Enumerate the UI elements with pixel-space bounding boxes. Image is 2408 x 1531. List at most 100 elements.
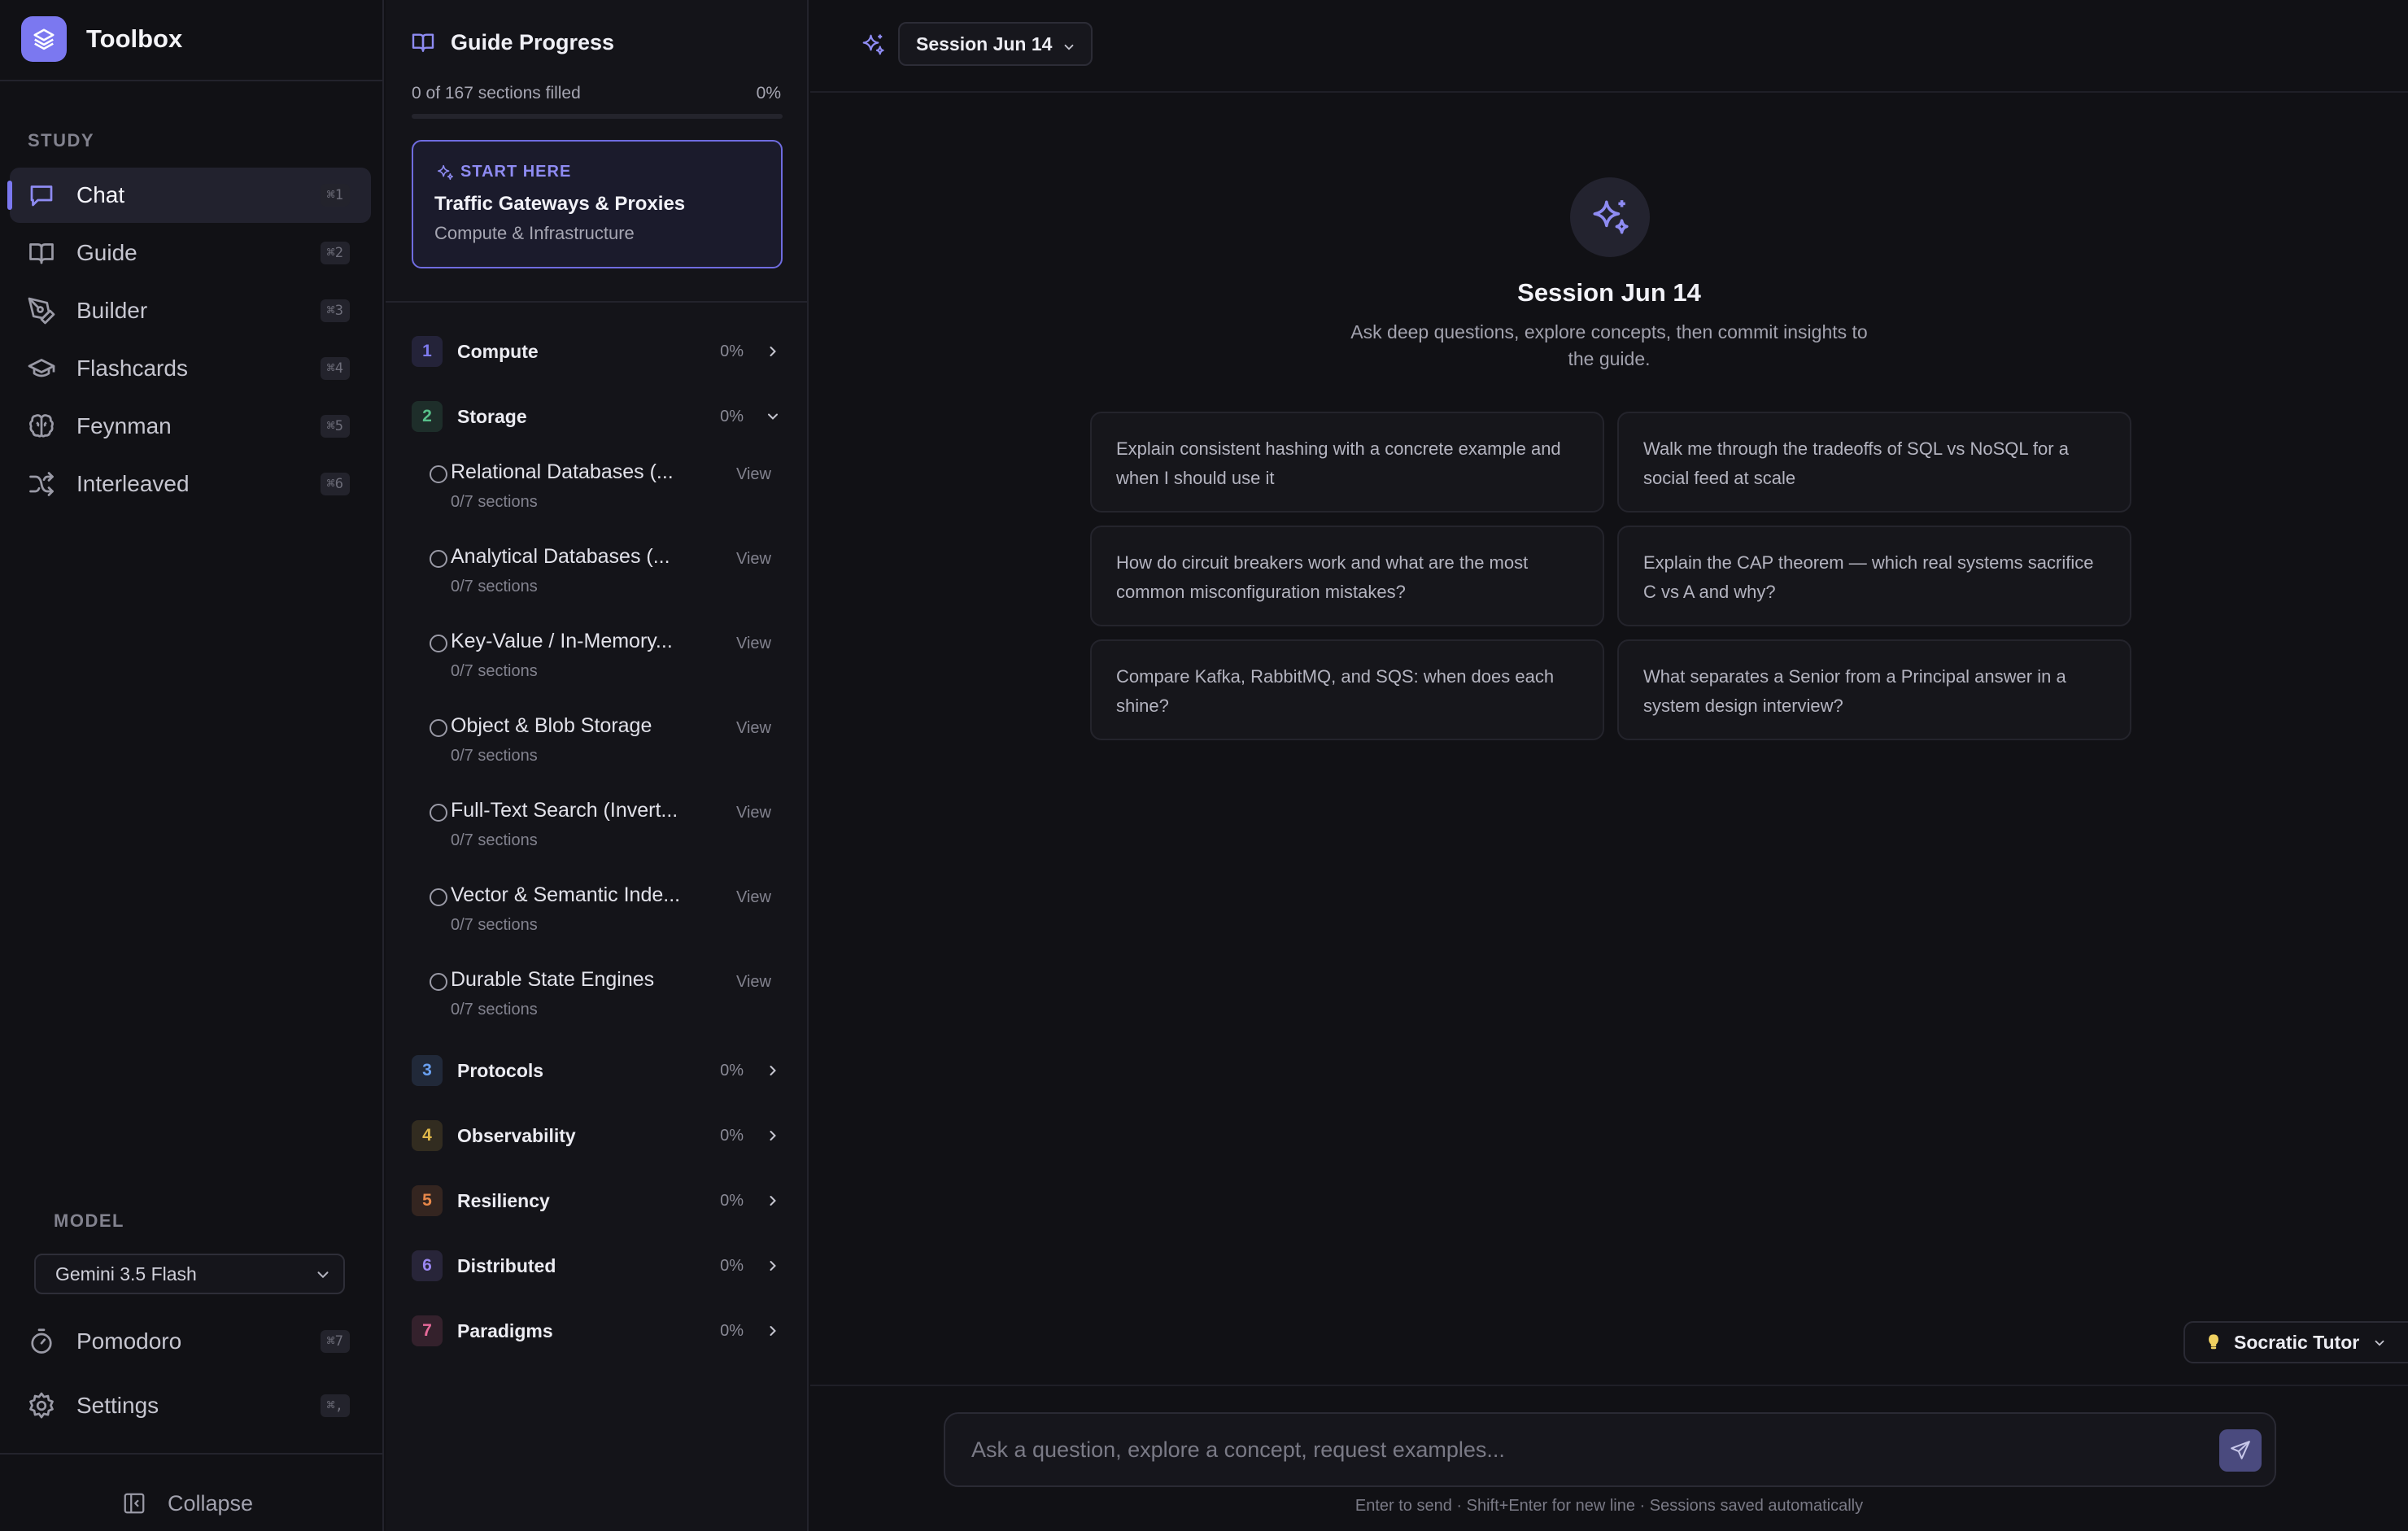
chevron-down-icon: [765, 408, 781, 429]
sparkles-icon: [861, 33, 885, 61]
view-button[interactable]: View: [736, 973, 771, 992]
view-button[interactable]: View: [736, 550, 771, 569]
send-button[interactable]: [2219, 1429, 2262, 1472]
nav-item-interleaved[interactable]: Interleaved ⌘6: [10, 456, 371, 512]
suggested-prompt[interactable]: Compare Kafka, RabbitMQ, and SQS: when d…: [1090, 639, 1604, 740]
study-section-label: STUDY: [28, 130, 95, 150]
progress-text: 0 of 167 sections filled: [412, 84, 581, 103]
status-circle-icon: [430, 973, 447, 991]
guide-item[interactable]: Analytical Databases (... 0/7 sections V…: [412, 540, 783, 605]
nav-label: Settings: [76, 1393, 159, 1418]
chevron-down-icon: [2372, 1336, 2387, 1354]
category-number-badge: 7: [412, 1315, 443, 1346]
guide-item-title: Full-Text Search (Invert...: [451, 799, 678, 822]
guide-item-meta: 0/7 sections: [451, 916, 538, 934]
nav-label: Builder: [76, 298, 148, 323]
guide-item-title: Vector & Semantic Inde...: [451, 883, 681, 906]
nav-label: Chat: [76, 182, 125, 207]
composer-hint: Enter to send · Shift+Enter for new line…: [1354, 1497, 1864, 1515]
guide-item-title: Durable State Engines: [451, 968, 655, 991]
guide-item[interactable]: Key-Value / In-Memory... 0/7 sections Vi…: [412, 625, 783, 690]
category-compute[interactable]: 1 Compute 0%: [412, 335, 783, 368]
brand[interactable]: Toolbox: [21, 16, 182, 62]
start-here-kicker: START HERE: [436, 163, 571, 181]
nav-item-chat[interactable]: Chat ⌘1: [7, 168, 371, 223]
top-bar: Session Jun 14: [810, 0, 2408, 93]
collapse-label: Collapse: [168, 1490, 254, 1516]
chevron-right-icon: [765, 1193, 781, 1213]
nav-item-flashcards[interactable]: Flashcards ⌘4: [10, 341, 371, 396]
shuffle-icon: [26, 469, 57, 499]
category-percent: 0%: [720, 342, 744, 360]
guide-item-meta: 0/7 sections: [451, 493, 538, 511]
guide-item[interactable]: Object & Blob Storage 0/7 sections View: [412, 709, 783, 774]
category-percent: 0%: [720, 1126, 744, 1145]
guide-item-title: Relational Databases (...: [451, 460, 674, 483]
suggested-prompt[interactable]: What separates a Senior from a Principal…: [1617, 639, 2131, 740]
status-circle-icon: [430, 465, 447, 483]
chevron-right-icon: [765, 1062, 781, 1083]
nav-label: Flashcards: [76, 355, 188, 381]
guide-item[interactable]: Vector & Semantic Inde... 0/7 sections V…: [412, 879, 783, 944]
category-name: Protocols: [457, 1059, 544, 1081]
message-input[interactable]: [971, 1414, 2192, 1485]
suggested-prompt[interactable]: How do circuit breakers work and what ar…: [1090, 526, 1604, 626]
nav-label: Pomodoro: [76, 1328, 182, 1354]
suggested-prompt[interactable]: Explain consistent hashing with a concre…: [1090, 412, 1604, 513]
pen-tool-icon: [26, 295, 57, 326]
collapse-button[interactable]: Collapse: [122, 1485, 253, 1521]
sidebar: Toolbox STUDY Chat ⌘1 Guide ⌘2 Builder ⌘…: [0, 0, 384, 1531]
guide-item-meta: 0/7 sections: [451, 578, 538, 595]
category-number-badge: 3: [412, 1055, 443, 1086]
shortcut-badge: ⌘2: [320, 242, 350, 264]
shortcut-badge: ⌘4: [320, 357, 350, 380]
category-percent: 0%: [720, 1061, 744, 1080]
view-button[interactable]: View: [736, 719, 771, 738]
category-distributed[interactable]: 6 Distributed 0%: [412, 1250, 783, 1282]
sparkles-icon: [1570, 177, 1650, 257]
suggested-prompt[interactable]: Walk me through the tradeoffs of SQL vs …: [1617, 412, 2131, 513]
view-button[interactable]: View: [736, 888, 771, 907]
nav-item-guide[interactable]: Guide ⌘2: [10, 225, 371, 281]
start-here-card[interactable]: START HERE Traffic Gateways & Proxies Co…: [412, 140, 783, 268]
chevron-right-icon: [765, 1128, 781, 1148]
category-storage[interactable]: 2 Storage 0%: [412, 400, 783, 433]
category-percent: 0%: [720, 1256, 744, 1275]
guide-item[interactable]: Durable State Engines 0/7 sections View: [412, 963, 783, 1028]
guide-item[interactable]: Full-Text Search (Invert... 0/7 sections…: [412, 794, 783, 859]
lightbulb-icon: [2205, 1333, 2223, 1351]
category-observability[interactable]: 4 Observability 0%: [412, 1119, 783, 1152]
panel-collapse-icon: [122, 1491, 146, 1516]
nav-item-pomodoro[interactable]: Pomodoro ⌘7: [10, 1314, 371, 1369]
view-button[interactable]: View: [736, 635, 771, 653]
view-button[interactable]: View: [736, 804, 771, 822]
guide-item[interactable]: Relational Databases (... 0/7 sections V…: [412, 456, 783, 521]
suggested-prompt[interactable]: Explain the CAP theorem — which real sys…: [1617, 526, 2131, 626]
tutor-mode-selector[interactable]: Socratic Tutor: [2183, 1321, 2408, 1363]
session-selector[interactable]: Session Jun 14: [898, 22, 1093, 66]
category-percent: 0%: [720, 1321, 744, 1340]
timer-icon: [26, 1326, 57, 1357]
model-select[interactable]: Gemini 3.5 Flash: [34, 1254, 345, 1294]
category-resiliency[interactable]: 5 Resiliency 0%: [412, 1184, 783, 1217]
app-name: Toolbox: [86, 24, 183, 53]
divider: [386, 301, 809, 303]
shortcut-badge: ⌘5: [320, 415, 350, 438]
model-section-label: MODEL: [54, 1210, 124, 1231]
nav-item-feynman[interactable]: Feynman ⌘5: [10, 399, 371, 454]
nav-item-builder[interactable]: Builder ⌘3: [10, 283, 371, 338]
model-selected-value: Gemini 3.5 Flash: [55, 1263, 197, 1285]
guide-item-title: Analytical Databases (...: [451, 545, 670, 568]
category-paradigms[interactable]: 7 Paradigms 0%: [412, 1315, 783, 1347]
status-circle-icon: [430, 635, 447, 652]
category-percent: 0%: [720, 1191, 744, 1210]
sparkles-icon: [436, 164, 454, 181]
nav-label: Guide: [76, 240, 137, 265]
shortcut-badge: ⌘3: [320, 299, 350, 322]
nav-item-settings[interactable]: Settings ⌘,: [10, 1378, 371, 1433]
session-subtitle: Ask deep questions, explore concepts, th…: [1350, 321, 1868, 369]
chevron-right-icon: [765, 343, 781, 364]
view-button[interactable]: View: [736, 465, 771, 484]
guide-panel: Guide Progress 0 of 167 sections filled …: [386, 0, 809, 1531]
category-protocols[interactable]: 3 Protocols 0%: [412, 1054, 783, 1087]
